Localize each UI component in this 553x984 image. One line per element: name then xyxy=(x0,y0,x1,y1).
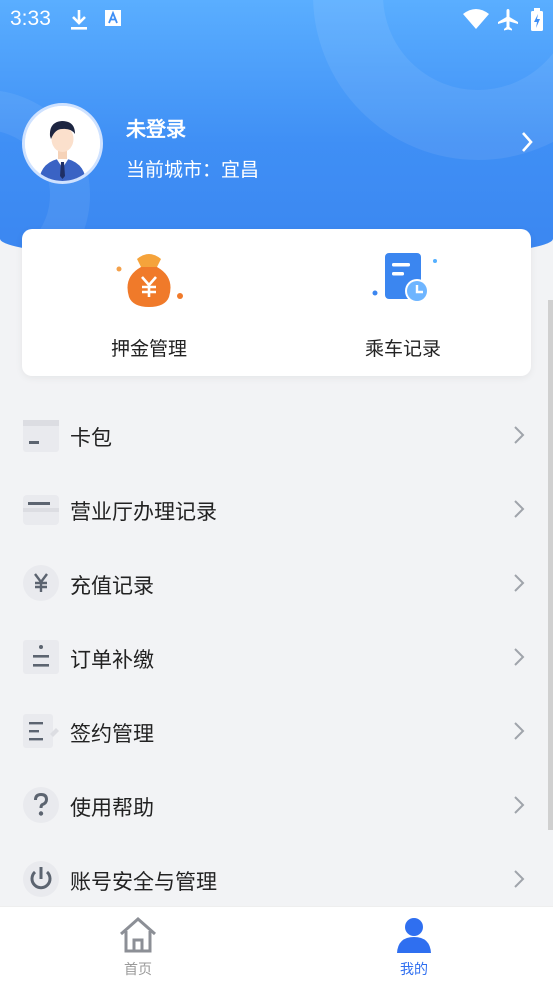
chevron-right-icon xyxy=(513,425,525,449)
menu-list: 卡包 营业厅办理记录 充值记录 订单补缴 签约管理 使用帮助 账号安全与管理 xyxy=(0,398,553,916)
ride-record-icon xyxy=(363,247,443,317)
order-icon xyxy=(22,638,60,676)
profile-section[interactable]: 未登录 当前城市：宜昌 xyxy=(22,103,542,185)
nav-home[interactable]: 首页 xyxy=(0,907,276,984)
battery-icon xyxy=(530,8,544,37)
status-time: 3:33 xyxy=(10,7,51,30)
chevron-right-icon xyxy=(513,721,525,745)
chevron-right-icon xyxy=(513,499,525,523)
chevron-right-icon xyxy=(513,647,525,671)
avatar[interactable] xyxy=(22,103,103,184)
bottom-navigation: 首页 我的 xyxy=(0,906,553,984)
chevron-right-icon xyxy=(513,573,525,597)
menu-item-card-wallet[interactable]: 卡包 xyxy=(0,398,553,472)
wifi-icon xyxy=(462,8,490,35)
contract-icon xyxy=(22,712,60,750)
menu-item-account-security[interactable]: 账号安全与管理 xyxy=(0,842,553,916)
nav-home-label: 首页 xyxy=(124,962,152,978)
menu-label: 充值记录 xyxy=(70,574,154,598)
ride-record-label: 乘车记录 xyxy=(364,338,441,360)
menu-label: 使用帮助 xyxy=(70,796,154,820)
menu-item-service-hall-records[interactable]: 营业厅办理记录 xyxy=(0,472,553,546)
help-icon xyxy=(22,786,60,824)
menu-label: 签约管理 xyxy=(70,722,154,746)
user-icon xyxy=(394,915,434,955)
home-icon xyxy=(118,915,158,955)
power-icon xyxy=(22,860,60,898)
current-city: 当前城市：宜昌 xyxy=(126,159,260,181)
deposit-management-button[interactable]: 押金管理 xyxy=(22,229,276,376)
menu-label: 营业厅办理记录 xyxy=(70,500,217,524)
chevron-right-icon xyxy=(513,795,525,819)
deposit-management-label: 押金管理 xyxy=(110,338,187,360)
chevron-right-icon[interactable] xyxy=(520,131,534,157)
yen-icon xyxy=(22,564,60,602)
login-status[interactable]: 未登录 xyxy=(126,113,186,142)
menu-label: 账号安全与管理 xyxy=(70,870,217,894)
font-a-icon xyxy=(104,8,122,33)
service-hall-icon xyxy=(22,490,60,528)
download-icon xyxy=(68,8,90,37)
menu-item-recharge-records[interactable]: 充值记录 xyxy=(0,546,553,620)
menu-item-contract-management[interactable]: 签约管理 xyxy=(0,694,553,768)
nav-mine[interactable]: 我的 xyxy=(276,907,552,984)
menu-item-help[interactable]: 使用帮助 xyxy=(0,768,553,842)
ride-record-button[interactable]: 乘车记录 xyxy=(276,229,530,376)
quick-actions-card: 押金管理 乘车记录 xyxy=(22,229,531,376)
menu-label: 订单补缴 xyxy=(70,648,154,672)
airplane-icon xyxy=(496,8,520,37)
chevron-right-icon xyxy=(513,869,525,893)
menu-label: 卡包 xyxy=(70,426,112,450)
money-bag-icon xyxy=(109,247,189,317)
menu-item-order-payment[interactable]: 订单补缴 xyxy=(0,620,553,694)
nav-mine-label: 我的 xyxy=(400,962,428,978)
status-bar: 3:33 xyxy=(0,0,553,40)
scrollbar[interactable] xyxy=(548,300,553,830)
card-wallet-icon xyxy=(22,416,60,454)
